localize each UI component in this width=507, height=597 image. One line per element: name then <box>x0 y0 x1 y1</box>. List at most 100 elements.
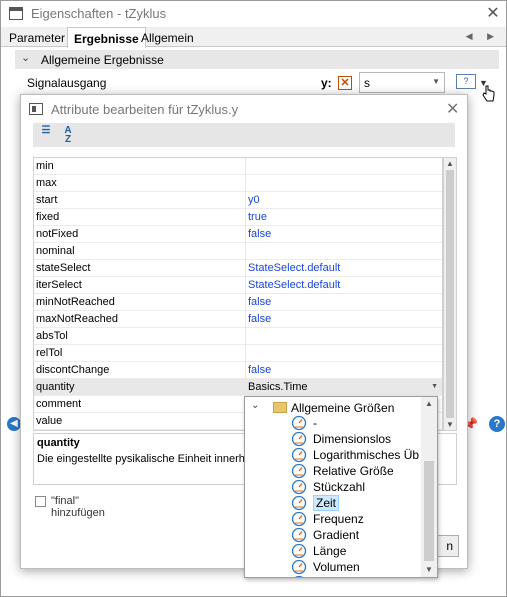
tree-item[interactable]: Zeit <box>291 495 437 511</box>
attribute-row-fixed[interactable]: fixed true <box>34 209 442 226</box>
quantity-tree-popup: ⌄ Allgemeine Größen - Dimensionslos Logari… <box>244 396 438 578</box>
unit-select[interactable]: s ▼ <box>359 72 445 93</box>
attribute-value[interactable]: StateSelect.default <box>248 262 442 276</box>
attribute-row-discontchange[interactable]: discontChange false <box>34 362 442 379</box>
signal-output-label: Signalausgang <box>27 76 107 90</box>
scroll-up-icon[interactable]: ▲ <box>446 159 454 168</box>
column-divider <box>245 260 246 277</box>
attribute-value[interactable]: StateSelect.default <box>248 279 442 293</box>
unit-select-value: s <box>364 76 370 90</box>
attribute-row-abstol[interactable]: absTol <box>34 328 442 345</box>
tree-item[interactable]: M <box>291 575 437 577</box>
attribute-value[interactable] <box>248 347 442 361</box>
quantity-gauge-icon <box>291 463 307 479</box>
quantity-gauge-icon <box>291 575 307 577</box>
attribute-grid-scrollbar[interactable]: ▲ ▼ <box>443 157 457 431</box>
quantity-gauge-icon <box>291 415 307 431</box>
attribute-key: relTol <box>36 347 63 359</box>
attribute-row-start[interactable]: start y0 <box>34 192 442 209</box>
popup-scrollbar[interactable]: ▲ ▼ <box>421 397 437 577</box>
attribute-value[interactable] <box>248 177 442 191</box>
scrollbar-thumb[interactable] <box>446 170 454 418</box>
attribute-row-min[interactable]: min <box>34 158 442 175</box>
remove-icon[interactable]: ✕ <box>338 76 352 90</box>
column-divider <box>245 175 246 192</box>
y-label: y: <box>321 76 332 90</box>
column-divider <box>245 379 246 396</box>
tree-item[interactable]: Frequenz <box>291 511 437 527</box>
tree-item[interactable]: Relative Größe <box>291 463 437 479</box>
attribute-row-minnotreached[interactable]: minNotReached false <box>34 294 442 311</box>
scrollbar-thumb[interactable] <box>424 461 434 561</box>
description-text: Die eingestellte pysikalische Einheit in… <box>37 453 247 465</box>
tab-ergebnisse[interactable]: Ergebnisse <box>67 27 146 48</box>
tree-item-label: Frequenz <box>313 512 364 526</box>
scroll-up-icon[interactable]: ▲ <box>425 399 433 408</box>
tab-bar: Parameter Ergebnisse Allgemein ◀ ▶ <box>1 27 506 48</box>
chevron-down-icon: ⌄ <box>251 400 260 411</box>
chevron-down-icon: ⌄ <box>21 52 31 64</box>
quantity-gauge-icon <box>291 543 307 559</box>
attribute-value[interactable] <box>248 160 442 174</box>
group-title: Allgemeine Ergebnisse <box>41 53 164 67</box>
categorized-view-icon[interactable]: ☰ <box>37 126 55 144</box>
tree-item-label: - <box>313 416 317 430</box>
attribute-value[interactable] <box>248 330 442 344</box>
attribute-row-iterselect[interactable]: iterSelect StateSelect.default <box>34 277 442 294</box>
tree-item[interactable]: Länge <box>291 543 437 559</box>
sort-alphabetical-icon[interactable]: AZ <box>59 126 77 145</box>
attribute-value[interactable]: false <box>248 313 442 327</box>
tree-root-label: Allgemeine Größen <box>291 401 395 415</box>
attribute-value[interactable]: false <box>248 296 442 310</box>
attribute-value[interactable]: false <box>248 364 442 378</box>
column-divider <box>245 243 246 260</box>
quantity-gauge-icon <box>291 495 307 511</box>
group-header[interactable]: ⌄ Allgemeine Ergebnisse <box>15 50 499 69</box>
attribute-value[interactable]: false <box>248 228 442 242</box>
attribute-value[interactable]: y0 <box>248 194 442 208</box>
chevron-down-icon[interactable]: ▼ <box>431 383 438 390</box>
attribute-row-max[interactable]: max <box>34 175 442 192</box>
attribute-row-reltol[interactable]: relTol <box>34 345 442 362</box>
attribute-key: iterSelect <box>36 279 82 291</box>
help-icon[interactable]: ? <box>489 416 505 432</box>
attribute-key: nominal <box>36 245 75 257</box>
scroll-down-icon[interactable]: ▼ <box>425 565 433 574</box>
attribute-value[interactable]: Basics.Time <box>248 381 442 395</box>
quantity-gauge-icon <box>291 431 307 447</box>
attribute-row-quantity[interactable]: quantity Basics.Time ▼ <box>34 379 442 396</box>
attribute-row-stateselect[interactable]: stateSelect StateSelect.default <box>34 260 442 277</box>
scroll-down-icon[interactable]: ▼ <box>446 420 454 429</box>
tab-scroll-arrows[interactable]: ◀ ▶ <box>466 31 500 42</box>
tree-item[interactable]: Gradient <box>291 527 437 543</box>
tree-item-label: Dimensionslos <box>313 432 392 446</box>
attribute-key: minNotReached <box>36 296 115 308</box>
tree-item[interactable]: Dimensionslos <box>291 431 437 447</box>
attribute-grid: min max start y0 fixed true notFixed false nomin… <box>33 157 443 431</box>
folder-icon <box>273 402 287 413</box>
attribute-value[interactable]: true <box>248 211 442 225</box>
attribute-row-nominal[interactable]: nominal <box>34 243 442 260</box>
column-divider <box>245 328 246 345</box>
quantity-gauge-icon <box>291 447 307 463</box>
tab-parameter[interactable]: Parameter <box>3 29 71 47</box>
quantity-button[interactable]: ? <box>456 74 476 89</box>
window-close-button[interactable]: ✕ <box>485 3 501 23</box>
final-label[interactable]: "final" hinzufügen <box>51 495 105 519</box>
attribute-row-notfixed[interactable]: notFixed false <box>34 226 442 243</box>
tree-item[interactable]: Volumen <box>291 559 437 575</box>
tree-item[interactable]: Stückzahl <box>291 479 437 495</box>
final-checkbox[interactable] <box>35 496 46 507</box>
tree-root-node[interactable]: ⌄ Allgemeine Größen <box>245 399 421 415</box>
attribute-key: comment <box>36 398 82 410</box>
tree-item[interactable]: - <box>291 415 437 431</box>
dialog-close-button[interactable]: ✕ <box>446 99 459 119</box>
attribute-key: maxNotReached <box>36 313 118 325</box>
attribute-value[interactable] <box>248 245 442 259</box>
attribute-key: fixed <box>36 211 60 223</box>
attribute-row-maxnotreached[interactable]: maxNotReached false <box>34 311 442 328</box>
tree-item[interactable]: Logarithmisches Üb <box>291 447 437 463</box>
tab-allgemein[interactable]: Allgemein <box>135 29 200 47</box>
back-icon[interactable]: ◀ <box>7 417 21 431</box>
dialog-titlebar: Attribute bearbeiten für tZyklus.y ✕ <box>21 95 467 123</box>
